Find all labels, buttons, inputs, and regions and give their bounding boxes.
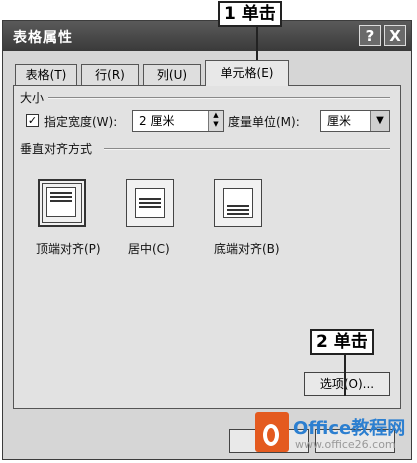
align-top-label: 顶端对齐(P) (36, 242, 101, 256)
check-mark-icon: ✓ (27, 114, 38, 127)
center-line-2 (139, 202, 161, 204)
size-divider (48, 97, 390, 99)
close-button[interactable]: X (384, 25, 406, 46)
align-top-icon (46, 187, 76, 217)
tab-cell[interactable]: 单元格(E) (205, 60, 289, 86)
align-top-button[interactable] (38, 179, 86, 227)
valign-divider (104, 148, 390, 150)
options-button[interactable]: 选项(O)... (304, 372, 390, 396)
width-label: 指定宽度(W): (44, 115, 118, 129)
unit-select[interactable]: 厘米 ▼ (320, 110, 390, 132)
tab-column[interactable]: 列(U) (143, 64, 201, 85)
align-bottom-label: 底端对齐(B) (214, 242, 280, 256)
step2-pointer-line (344, 354, 346, 396)
bottom-line-2 (227, 209, 249, 211)
cell-tab-panel: 大小 ✓ 指定宽度(W): 2 厘米 ▲ ▼ 度量单位(M): 厘米 ▼ 垂直对齐… (13, 85, 401, 409)
align-bottom-button[interactable] (214, 179, 262, 227)
top-line-3 (50, 200, 72, 202)
specify-width-checkbox[interactable]: ✓ (26, 114, 39, 127)
spin-up-icon: ▲ (213, 111, 219, 119)
unit-label: 度量单位(M): (228, 115, 300, 129)
top-line-1 (50, 192, 72, 194)
office-logo-icon (255, 412, 289, 452)
unit-value: 厘米 (327, 114, 352, 128)
chevron-down-icon[interactable]: ▼ (370, 111, 389, 131)
tab-row[interactable]: 行(R) (81, 64, 139, 85)
top-line-2 (50, 196, 72, 198)
center-line-1 (139, 198, 161, 200)
watermark-logo: Office教程网 www.office26.com (255, 408, 415, 460)
step2-callout: 2 单击 (310, 329, 374, 355)
center-line-3 (139, 206, 161, 208)
align-bottom-icon (223, 188, 253, 218)
spin-down-icon: ▼ (213, 120, 219, 128)
watermark-url: www.office26.com (295, 438, 396, 451)
valign-heading: 垂直对齐方式 (20, 142, 93, 156)
bottom-line-1 (227, 205, 249, 207)
align-center-button[interactable] (126, 179, 174, 227)
table-properties-dialog: 表格属性 ? X 表格(T) 行(R) 列(U) 单元格(E) 大小 ✓ 指定宽… (2, 20, 412, 460)
width-value: 2 厘米 (139, 114, 175, 128)
title-bar: 表格属性 ? X (3, 21, 411, 51)
dialog-title: 表格属性 (13, 30, 73, 46)
width-spinner[interactable]: ▲ ▼ (208, 111, 223, 131)
size-heading: 大小 (20, 91, 45, 105)
align-center-label: 居中(C) (128, 242, 170, 256)
tab-table[interactable]: 表格(T) (15, 64, 77, 85)
help-button[interactable]: ? (359, 25, 381, 46)
align-center-icon (135, 188, 165, 218)
watermark-brand: Office教程网 (293, 418, 406, 439)
bottom-line-3 (227, 213, 249, 215)
width-input[interactable]: 2 厘米 ▲ ▼ (132, 110, 224, 132)
step1-callout: 1 单击 (218, 1, 282, 27)
